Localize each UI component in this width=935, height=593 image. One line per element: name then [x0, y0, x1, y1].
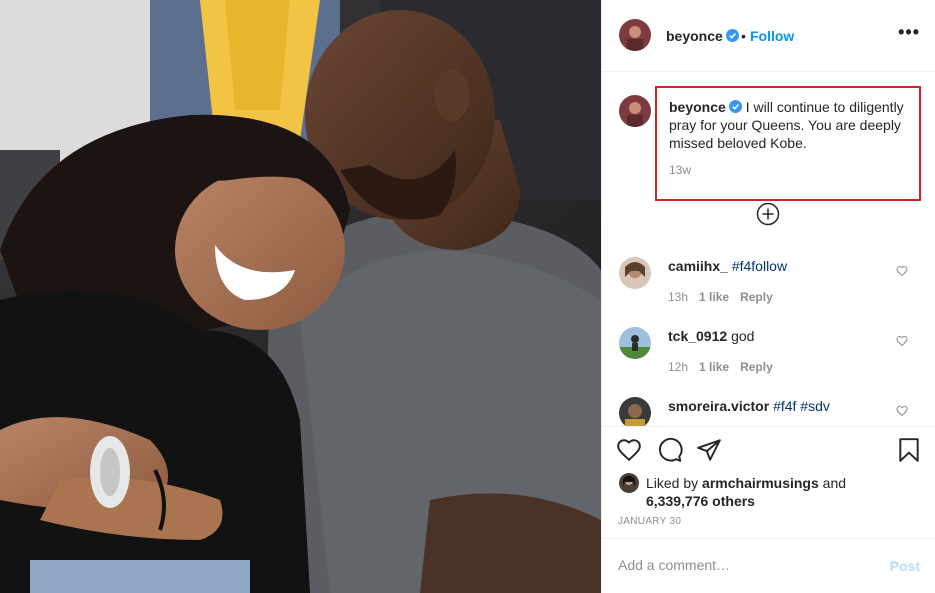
comment-username[interactable]: smoreira.victor: [668, 398, 769, 414]
likes-count[interactable]: 6,339,776 others: [646, 493, 755, 509]
author-avatar[interactable]: [619, 19, 651, 51]
comment-avatar[interactable]: [619, 327, 651, 359]
follow-button[interactable]: Follow: [750, 28, 794, 44]
post-actions: Liked by armchairmusings and 6,339,776 o…: [602, 426, 935, 538]
caption-avatar[interactable]: [619, 95, 651, 127]
post-photo[interactable]: [0, 0, 601, 593]
post-date[interactable]: JANUARY 30: [618, 516, 681, 527]
comment-meta: 13h 1 like Reply: [668, 290, 784, 304]
liker-username[interactable]: armchairmusings: [702, 475, 819, 491]
comment-item: smoreira.victor #f4f #sdv: [602, 388, 935, 426]
comment-item: camiihx_ #f4follow 13h 1 like Reply: [602, 248, 935, 318]
reply-button[interactable]: Reply: [740, 290, 773, 304]
verified-badge-icon: [728, 100, 742, 113]
comments-list[interactable]: camiihx_ #f4follow 13h 1 like Reply tck_09…: [602, 248, 935, 426]
comment-text: camiihx_ #f4follow: [668, 258, 787, 274]
comment-input[interactable]: [618, 557, 858, 573]
post-photo-illustration: [0, 0, 601, 593]
heart-icon[interactable]: [896, 265, 908, 277]
likes-and: and: [822, 475, 847, 491]
comment-likes[interactable]: 1 like: [699, 360, 729, 374]
comment-username[interactable]: camiihx_: [668, 258, 728, 274]
comment-icon[interactable]: [657, 437, 683, 463]
load-more-comments-icon[interactable]: [756, 202, 780, 226]
more-options-icon[interactable]: •••: [898, 22, 920, 43]
caption-highlight-box: beyonce I will continue to diligently pr…: [655, 86, 921, 201]
comment-meta: 12h 1 like Reply: [668, 360, 784, 374]
comment-body: god: [731, 328, 755, 344]
comment-avatar[interactable]: [619, 397, 651, 426]
caption-text: beyonce I will continue to diligently pr…: [669, 98, 914, 152]
heart-icon[interactable]: [896, 335, 908, 347]
likes-text: Liked by armchairmusings and 6,339,776 o…: [646, 474, 906, 510]
comment-text: smoreira.victor #f4f #sdv: [668, 398, 830, 414]
comment-username[interactable]: tck_0912: [668, 328, 727, 344]
post-sidebar: beyonce • Follow ••• beyonce I will cont…: [601, 0, 935, 593]
post-comment-button[interactable]: Post: [890, 558, 920, 574]
heart-icon[interactable]: [896, 405, 908, 417]
heart-icon[interactable]: [616, 437, 642, 463]
reply-button[interactable]: Reply: [740, 360, 773, 374]
comment-time[interactable]: 12h: [668, 360, 688, 374]
comment-time[interactable]: 13h: [668, 290, 688, 304]
likes-prefix: Liked by: [646, 475, 699, 491]
comment-item: tck_0912 god 12h 1 like Reply: [602, 318, 935, 388]
verified-badge-icon: [725, 29, 739, 42]
author-username[interactable]: beyonce: [666, 28, 739, 44]
share-icon[interactable]: [696, 437, 722, 463]
comment-avatar[interactable]: [619, 257, 651, 289]
header-separator: •: [741, 28, 746, 44]
post-header: beyonce • Follow •••: [602, 0, 935, 72]
comment-bar: Post: [602, 538, 935, 593]
comment-likes[interactable]: 1 like: [699, 290, 729, 304]
caption-username[interactable]: beyonce: [669, 99, 726, 115]
caption-timestamp[interactable]: 13w: [669, 163, 691, 177]
comment-hashtag[interactable]: #f4follow: [732, 258, 787, 274]
comment-hashtag[interactable]: #f4f #sdv: [773, 398, 830, 414]
bookmark-icon[interactable]: [896, 437, 922, 463]
liker-avatar[interactable]: [619, 473, 639, 493]
comment-text: tck_0912 god: [668, 328, 754, 344]
